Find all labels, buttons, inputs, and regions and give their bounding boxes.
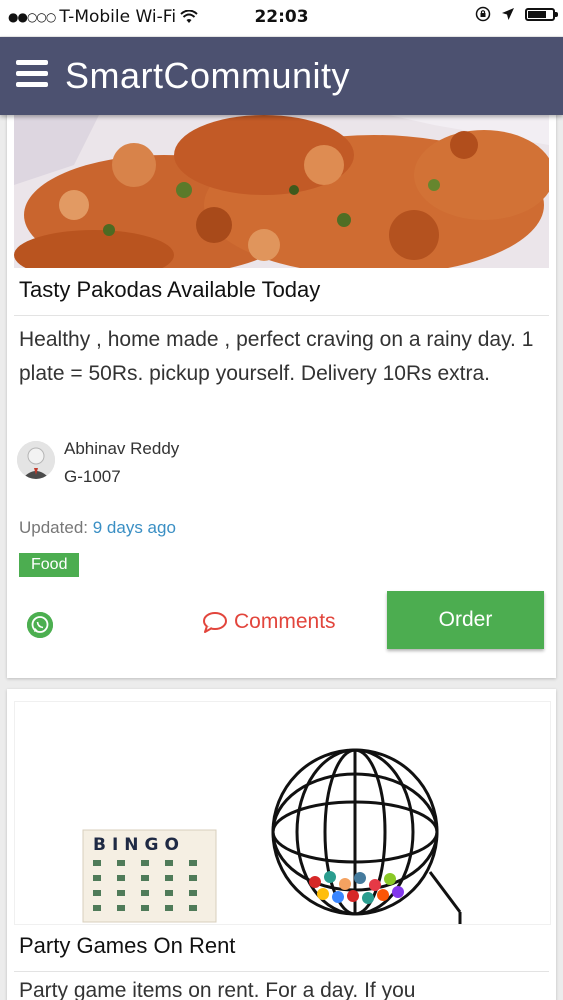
divider [14, 971, 549, 972]
menu-icon[interactable] [16, 60, 48, 90]
comments-button[interactable]: Comments [202, 610, 336, 634]
post-title: Party Games On Rent [19, 933, 236, 958]
status-right [475, 6, 558, 22]
divider [14, 315, 549, 316]
category-tag[interactable]: Food [19, 553, 80, 577]
updated-info: Updated: 9 days ago [19, 518, 176, 538]
comment-bubble-icon [203, 612, 227, 633]
bingo-photo: BINGO [15, 702, 550, 924]
post-card: BINGO Party Games On Rent Party game ite… [7, 689, 556, 1000]
app-title: SmartCommunity [65, 55, 351, 96]
bingo-card-label: BINGO [93, 835, 185, 855]
comments-label: Comments [234, 610, 336, 633]
battery-icon [525, 7, 558, 21]
post-description: Healthy , home made , perfect craving on… [19, 328, 534, 385]
whatsapp-icon[interactable] [27, 612, 53, 638]
author-name[interactable]: Abhinav Reddy [64, 439, 179, 459]
updated-time: 9 days ago [92, 518, 176, 537]
post-image[interactable] [14, 115, 549, 268]
location-arrow-icon [502, 8, 514, 20]
user-avatar-icon [17, 441, 55, 479]
pakoda-photo [14, 115, 549, 268]
post-title: Tasty Pakodas Available Today [19, 277, 321, 302]
post-card: Tasty Pakodas Available Today Healthy , … [7, 115, 556, 678]
status-bar: ●●○○○ T-Mobile Wi-Fi 22:03 [0, 0, 563, 36]
post-description: Party game items on rent. For a day. If … [19, 979, 416, 1000]
order-button[interactable]: Order [387, 591, 544, 649]
app-bar: SmartCommunity [0, 37, 563, 115]
avatar[interactable] [17, 441, 55, 479]
rotation-lock-icon [475, 6, 491, 22]
post-image[interactable]: BINGO [14, 701, 551, 925]
updated-label: Updated: [19, 518, 88, 537]
feed[interactable]: Tasty Pakodas Available Today Healthy , … [0, 115, 563, 1000]
author-unit: G-1007 [64, 467, 121, 486]
